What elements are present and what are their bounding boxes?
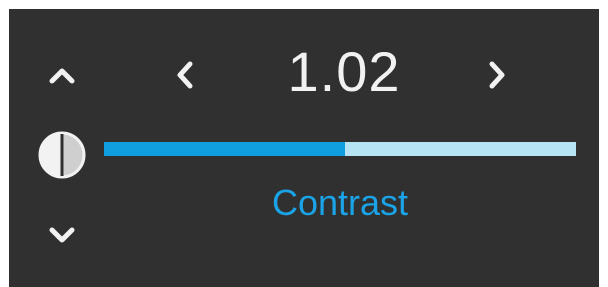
contrast-icon — [38, 131, 86, 179]
chevron-up-icon[interactable] — [45, 61, 79, 89]
chevron-left-icon[interactable] — [171, 55, 199, 95]
contrast-label: Contrast — [271, 182, 409, 223]
chevron-down-icon[interactable] — [45, 221, 79, 249]
contrast-value: 1.02 — [287, 40, 401, 103]
chevron-right-icon[interactable] — [483, 55, 511, 95]
contrast-slider[interactable] — [104, 142, 576, 156]
contrast-slider-fill — [104, 142, 345, 156]
contrast-control-panel: 1.02 Contrast — [9, 9, 599, 287]
